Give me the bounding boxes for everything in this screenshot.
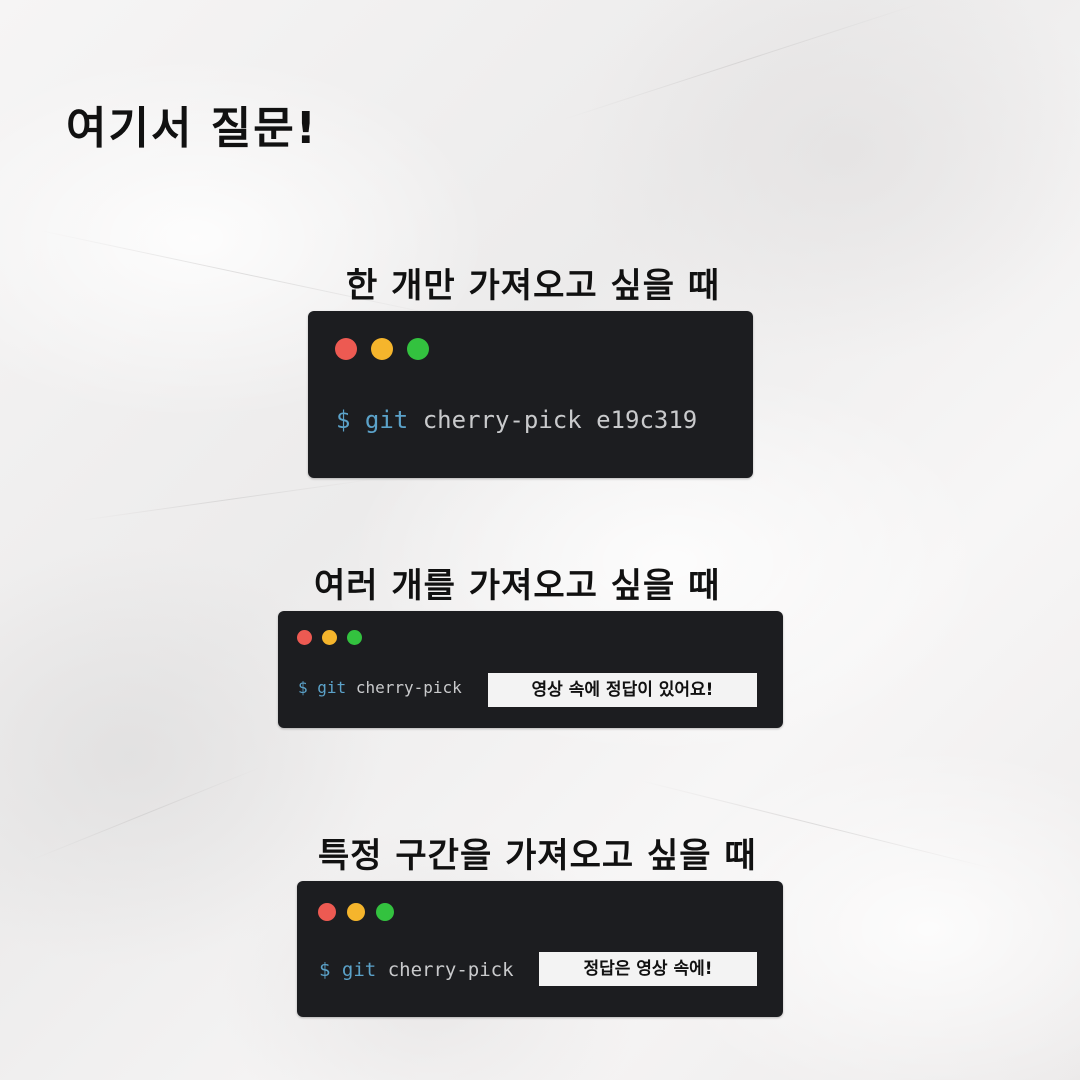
- minimize-dot-icon: [371, 338, 393, 360]
- answer-hidden-box: 정답은 영상 속에!: [539, 952, 757, 986]
- maximize-dot-icon: [347, 630, 362, 645]
- terminal-window-multiple: $ git cherry-pick 영상 속에 정답이 있어요!: [278, 611, 783, 728]
- close-dot-icon: [318, 903, 336, 921]
- command-args: cherry-pick: [355, 678, 462, 697]
- section-title-range: 특정 구간을 가져오고 싶을 때: [318, 836, 757, 876]
- section-title-single: 한 개만 가져오고 싶을 때: [346, 266, 721, 306]
- command-args: cherry-pick: [387, 959, 514, 981]
- git-command: git: [364, 406, 409, 434]
- terminal-command: $ git cherry-pick: [319, 959, 514, 981]
- page-heading: 여기서 질문!: [66, 103, 318, 154]
- close-dot-icon: [297, 630, 312, 645]
- minimize-dot-icon: [347, 903, 365, 921]
- minimize-dot-icon: [322, 630, 337, 645]
- answer-hidden-box: 영상 속에 정답이 있어요!: [488, 673, 757, 707]
- maximize-dot-icon: [376, 903, 394, 921]
- terminal-command: $ git cherry-pick: [298, 678, 462, 697]
- prompt-symbol: $: [319, 959, 331, 981]
- terminal-window-range: $ git cherry-pick 정답은 영상 속에!: [297, 881, 783, 1017]
- git-command: git: [341, 959, 377, 981]
- prompt-symbol: $: [336, 406, 351, 434]
- maximize-dot-icon: [407, 338, 429, 360]
- git-command: git: [317, 678, 347, 697]
- prompt-symbol: $: [298, 678, 308, 697]
- command-args: cherry-pick e19c319: [422, 406, 698, 434]
- close-dot-icon: [335, 338, 357, 360]
- terminal-window-single: $ git cherry-pick e19c319: [308, 311, 753, 478]
- terminal-command: $ git cherry-pick e19c319: [336, 406, 697, 434]
- section-title-multiple: 여러 개를 가져오고 싶을 때: [314, 566, 721, 606]
